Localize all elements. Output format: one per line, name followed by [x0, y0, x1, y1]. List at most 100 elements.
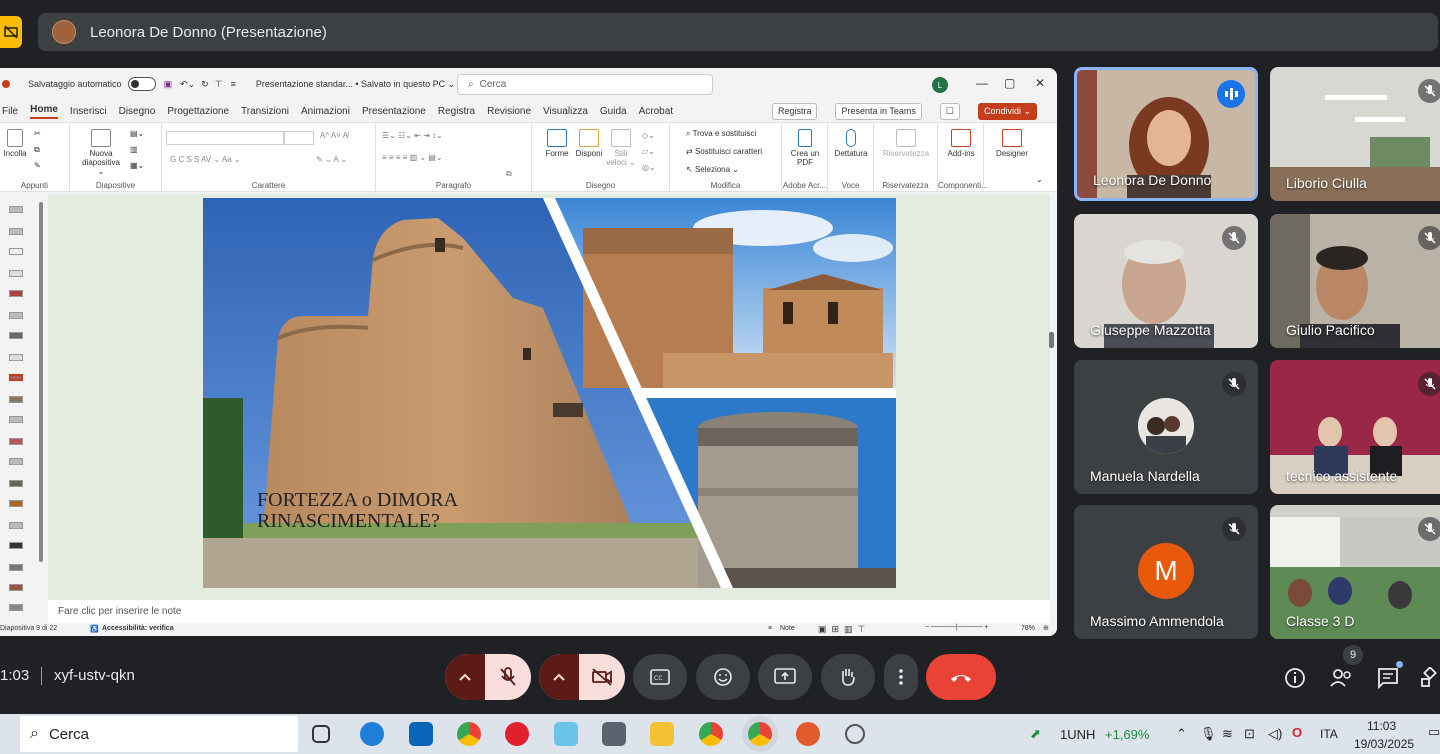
smartart-icon[interactable]: ⧉ — [506, 169, 512, 179]
chrome-icon[interactable] — [457, 722, 481, 746]
paint-icon[interactable] — [796, 722, 820, 746]
slide-thumb[interactable] — [9, 312, 23, 319]
slide-thumb[interactable] — [9, 480, 23, 487]
copy-icon[interactable]: ⧉ — [34, 145, 40, 155]
comment-icon[interactable]: ☐ — [939, 103, 960, 120]
presenting-icon[interactable] — [0, 16, 22, 48]
slide-thumb[interactable] — [9, 290, 23, 297]
stock-change[interactable]: +1,69% — [1105, 727, 1149, 742]
zoom-level[interactable]: 78% — [1021, 625, 1035, 632]
sensitivity-button[interactable]: Riservatezza — [878, 129, 934, 158]
undo-icon[interactable]: ↶⌄ — [180, 79, 195, 90]
network-icon[interactable]: ⊡ — [1244, 726, 1255, 742]
menu-progettazione[interactable]: Progettazione — [167, 106, 229, 117]
slide-thumb[interactable] — [9, 332, 23, 339]
wifi-icon[interactable]: ≋ — [1222, 726, 1233, 742]
quick-styles-button[interactable]: Stili veloci ⌄ — [606, 129, 636, 167]
layout-icon[interactable]: ▤⌄ — [130, 129, 144, 138]
people-icon[interactable] — [1328, 665, 1354, 691]
file-explorer-icon[interactable] — [650, 722, 674, 746]
align-icons[interactable]: ≡ ≡ ≡ ≡ ▥ ⌄ ▤⌄ — [382, 153, 443, 162]
menu-registra[interactable]: Registra — [438, 106, 475, 117]
shape-effects-icon[interactable]: ◎⌄ — [642, 163, 656, 172]
shapes-button[interactable]: Forme — [542, 129, 572, 158]
slide-thumb[interactable] — [9, 522, 23, 529]
font-grow-icon[interactable]: A^ A˅ A̸ — [320, 131, 348, 140]
font-size-select[interactable] — [284, 131, 314, 145]
addins-button[interactable]: Add-ins — [942, 129, 980, 158]
participant-tile[interactable]: Giulio Pacifico — [1270, 214, 1440, 348]
slide-thumb[interactable] — [9, 270, 23, 277]
slide-thumb[interactable] — [9, 542, 23, 549]
menu-transizioni[interactable]: Transizioni — [241, 106, 289, 117]
clock-time[interactable]: 11:03 — [1367, 719, 1396, 733]
menu-revisione[interactable]: Revisione — [487, 106, 531, 117]
meeting-code[interactable]: xyf-ustv-qkn — [54, 667, 135, 684]
find-button[interactable]: ⌕ Trova e sostituisci — [686, 129, 756, 139]
shape-outline-icon[interactable]: ▱⌄ — [642, 147, 655, 156]
notes-pane[interactable]: Fare clic per inserire le note — [48, 600, 1050, 624]
replace-button[interactable]: ⇄ Sostituisci caratteri — [686, 147, 762, 156]
chat-icon[interactable] — [1375, 661, 1403, 691]
slide-thumb[interactable] — [9, 248, 23, 255]
participant-tile[interactable]: Classe 3 D — [1270, 505, 1440, 639]
slide-content[interactable]: FORTEZZA o DIMORA RINASCIMENTALE? — [203, 198, 896, 588]
menu-guida[interactable]: Guida — [600, 106, 627, 117]
slide-thumb[interactable] — [9, 458, 23, 465]
menu-disegno[interactable]: Disegno — [119, 106, 156, 117]
opera-tray-icon[interactable]: O — [1292, 725, 1302, 740]
calculator-icon[interactable] — [602, 722, 626, 746]
create-pdf-button[interactable]: Crea un PDF — [788, 129, 822, 167]
new-slide-button[interactable]: Nuova diapositiva ⌄ — [80, 129, 122, 176]
highlight-icon[interactable]: ✎ ⌄ A ⌄ — [316, 155, 347, 164]
slide-thumb[interactable] — [9, 416, 23, 423]
mic-toggle-button[interactable] — [485, 654, 531, 700]
fit-slide-icon[interactable]: ⊕ — [1043, 624, 1049, 632]
save-icon[interactable]: ▣ — [164, 79, 173, 90]
slide-thumb[interactable] — [9, 584, 23, 591]
arrange-button[interactable]: Disponi — [574, 129, 604, 158]
accessibility-icon[interactable]: ♿ — [90, 625, 99, 633]
customize-icon[interactable]: ≡ — [231, 79, 236, 89]
menu-animazioni[interactable]: Animazioni — [301, 106, 350, 117]
thumbs-scrollbar[interactable] — [38, 198, 44, 618]
menu-file[interactable]: File — [2, 106, 18, 117]
autosave-toggle[interactable] — [127, 77, 156, 91]
end-call-button[interactable] — [926, 654, 996, 700]
present-icon[interactable]: ⊤ — [215, 79, 223, 90]
participant-tile[interactable]: Manuela Nardella — [1074, 360, 1258, 494]
slide-thumb[interactable] — [9, 354, 23, 361]
slide-thumb[interactable] — [9, 564, 23, 571]
restore-icon[interactable]: ▢ — [1004, 76, 1015, 90]
participant-tile[interactable]: Giuseppe Mazzotta — [1074, 214, 1258, 348]
edge-icon[interactable] — [360, 722, 384, 746]
notes-toggle[interactable]: Note — [780, 625, 795, 632]
notifications-icon[interactable]: ▭ — [1428, 724, 1440, 740]
format-painter-icon[interactable]: ✎ — [34, 161, 41, 170]
present-screen-button[interactable] — [758, 654, 812, 700]
redo-icon[interactable]: ↻ — [201, 79, 209, 90]
captions-button[interactable]: CC — [633, 654, 687, 700]
menu-home[interactable]: Home — [30, 104, 58, 119]
share-button[interactable]: Condividi ⌄ — [977, 103, 1037, 120]
notes-icon[interactable]: ≡ — [768, 625, 772, 632]
slide-thumb[interactable] — [9, 604, 23, 611]
shape-fill-icon[interactable]: ◇⌄ — [642, 131, 655, 140]
emoji-button[interactable] — [696, 654, 750, 700]
view-buttons[interactable]: ▣ ⊞ ▥ ⊤ — [818, 624, 865, 635]
user-avatar[interactable]: L — [932, 77, 948, 93]
slide-thumb[interactable] — [9, 396, 23, 403]
app-icon[interactable] — [845, 724, 865, 744]
menu-visualizza[interactable]: Visualizza — [543, 106, 588, 117]
meeting-info-icon[interactable] — [1282, 665, 1308, 691]
menu-inserisci[interactable]: Inserisci — [70, 106, 107, 117]
tray-chevron-icon[interactable]: ⌃ — [1176, 726, 1187, 742]
activities-icon[interactable] — [1420, 665, 1440, 691]
close-icon[interactable]: ✕ — [1035, 76, 1045, 90]
font-style-icons[interactable]: G C S S AV ⌄ Aa ⌄ — [170, 155, 241, 164]
dictate-button[interactable]: Dettatura — [830, 129, 872, 158]
slide-thumb[interactable] — [9, 228, 23, 235]
stock-name[interactable]: 1UNH — [1060, 727, 1095, 742]
registra-button[interactable]: Registra — [771, 103, 818, 120]
participant-tile[interactable]: Leonora De Donno — [1074, 67, 1258, 201]
